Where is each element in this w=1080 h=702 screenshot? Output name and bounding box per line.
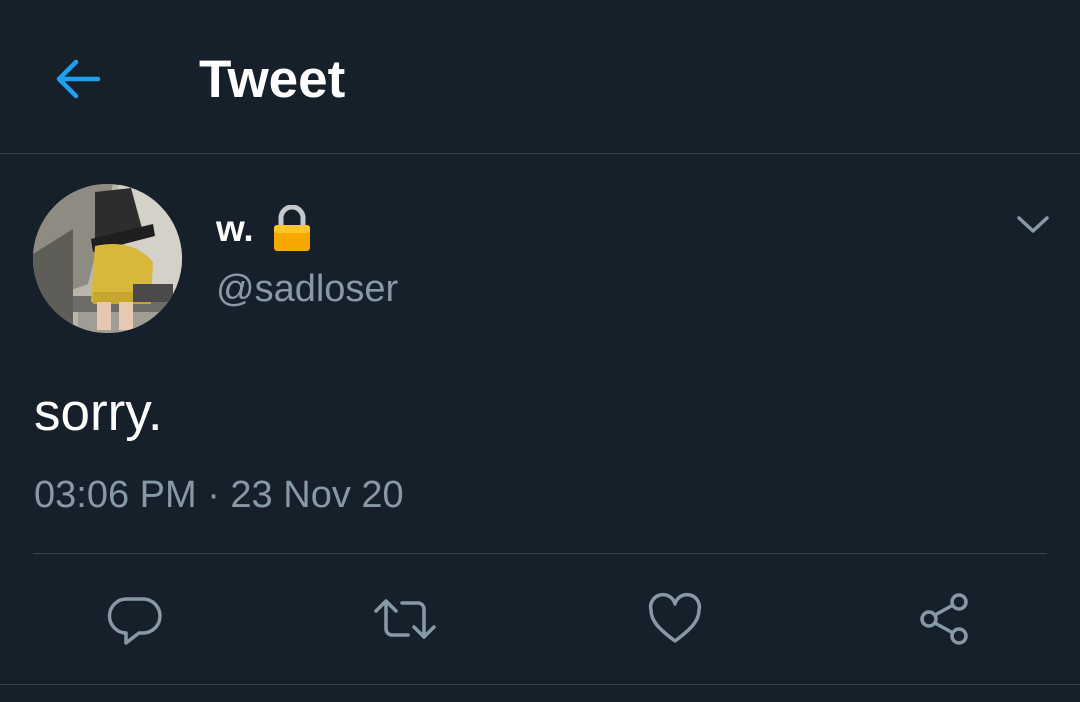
top-app-bar: Tweet bbox=[0, 0, 1080, 154]
like-icon bbox=[648, 592, 702, 643]
author-name-row: w. bbox=[216, 204, 312, 254]
tweet-timestamp[interactable]: 03:06 PM · 23 Nov 20 bbox=[34, 472, 404, 518]
chevron-down-icon bbox=[1017, 216, 1049, 233]
share-icon bbox=[920, 593, 968, 645]
arrow-left-icon bbox=[56, 59, 101, 99]
retweet-icon bbox=[374, 599, 436, 639]
reply-button[interactable] bbox=[96, 580, 174, 658]
tweet-actions-bar bbox=[0, 580, 1080, 658]
tweet-detail-screen: Tweet w. @sadloser sorry. 03:06 PM · 23 … bbox=[0, 0, 1080, 702]
avatar-image bbox=[33, 184, 182, 333]
retweet-button[interactable] bbox=[366, 580, 444, 658]
display-name[interactable]: w. bbox=[216, 208, 254, 250]
page-title: Tweet bbox=[199, 50, 346, 109]
like-button[interactable] bbox=[636, 580, 714, 658]
avatar[interactable] bbox=[33, 184, 182, 333]
reply-icon bbox=[107, 597, 162, 645]
divider bbox=[33, 553, 1047, 554]
back-button[interactable] bbox=[44, 46, 110, 112]
lock-icon bbox=[272, 204, 312, 253]
more-options-button[interactable] bbox=[1008, 200, 1058, 250]
share-button[interactable] bbox=[906, 580, 984, 658]
author-handle[interactable]: @sadloser bbox=[216, 268, 398, 311]
tweet-text: sorry. bbox=[34, 383, 163, 442]
bottom-divider bbox=[0, 684, 1080, 685]
